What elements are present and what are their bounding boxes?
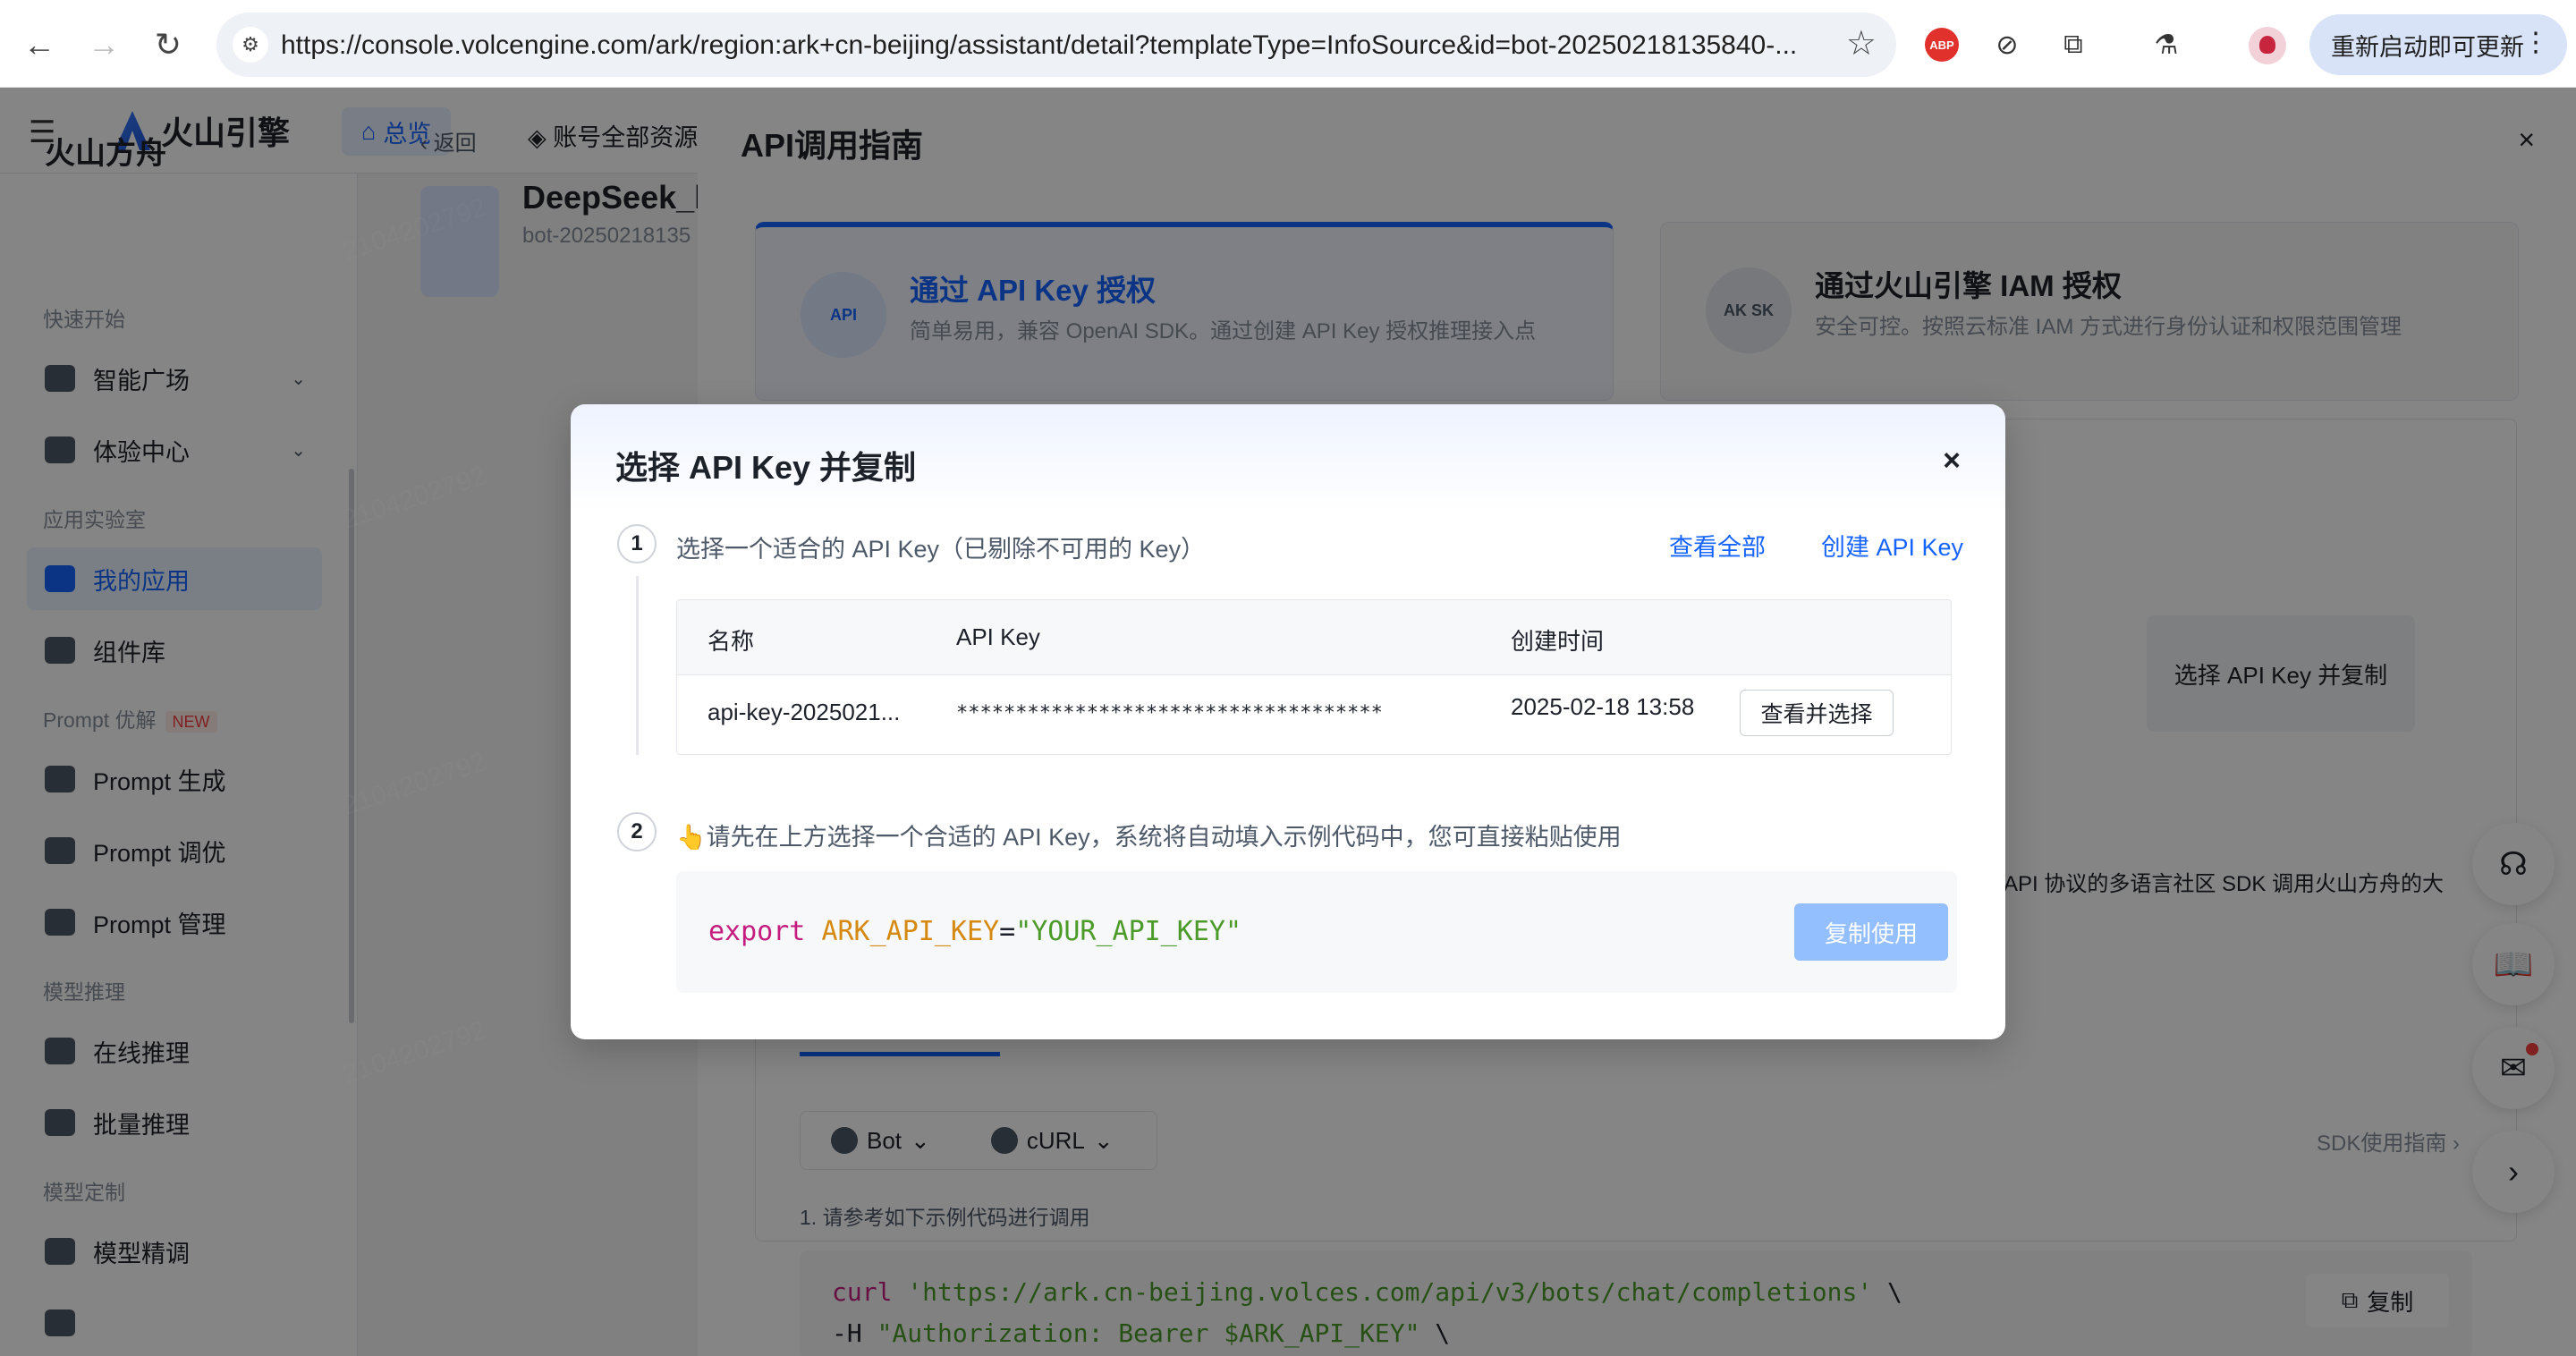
step-number: 2 [617, 812, 657, 852]
api-key-table: 名称 API Key 创建时间 api-key-2025021... *****… [676, 599, 1952, 755]
extensions-icon[interactable]: ⧉ [2054, 25, 2093, 64]
table-header: 名称 API Key 创建时间 [677, 600, 1951, 675]
code-value: "YOUR_API_KEY" [1015, 916, 1242, 947]
code-keyword: export [708, 916, 806, 947]
reload-icon[interactable]: ↻ [145, 21, 191, 68]
update-label: 重新启动即可更新 [2331, 33, 2524, 61]
profile-avatar[interactable] [2249, 27, 2286, 64]
create-api-key-link[interactable]: 创建 API Key [1821, 528, 1963, 563]
export-code-block: export ARK_API_KEY="YOUR_API_KEY" 复制使用 [676, 871, 1957, 993]
bookmark-star-icon[interactable]: ☆ [1846, 23, 1877, 64]
api-key-name: api-key-2025021... [708, 699, 901, 725]
close-icon[interactable]: × [1943, 444, 1961, 479]
labs-flask-icon[interactable]: ⚗ [2147, 25, 2186, 64]
more-menu-icon[interactable]: ⋮ [2522, 27, 2549, 58]
api-key-masked: ************************************ [956, 702, 1383, 725]
update-button[interactable]: 重新启动即可更新 ⋮ [2309, 14, 2567, 75]
view-all-link[interactable]: 查看全部 [1669, 528, 1766, 563]
select-api-key-modal: 选择 API Key 并复制 × 1 选择一个适合的 API Key（已剔除不可… [571, 404, 2005, 1039]
view-and-select-button[interactable]: 查看并选择 [1740, 690, 1894, 736]
copy-use-button[interactable]: 复制使用 [1794, 903, 1948, 961]
site-settings-icon[interactable]: ⚙ [233, 27, 268, 63]
step-connector [636, 576, 639, 755]
step2-text: 👆请先在上方选择一个合适的 API Key，系统将自动填入示例代码中，您可直接粘… [676, 824, 1622, 851]
address-bar[interactable]: ⚙ https://console.volcengine.com/ark/reg… [216, 13, 1896, 77]
block-icon[interactable]: ⊘ [1987, 25, 2027, 64]
browser-toolbar: ← → ↻ ⚙ https://console.volcengine.com/a… [0, 0, 2576, 88]
step1-text: 选择一个适合的 API Key（已剔除不可用的 Key） [676, 536, 1206, 563]
modal-title: 选择 API Key 并复制 [615, 449, 917, 486]
code-variable: ARK_API_KEY [821, 916, 1000, 947]
column-header: API Key [956, 623, 1040, 650]
step-number: 1 [617, 524, 657, 564]
export-code-line: export ARK_API_KEY="YOUR_API_KEY" [708, 916, 1241, 947]
code-equals: = [999, 916, 1016, 947]
column-header: 名称 [708, 628, 755, 655]
api-key-created-time: 2025-02-18 13:58 [1511, 693, 1695, 720]
adblock-icon[interactable]: ABP [1925, 28, 1959, 62]
column-header: 创建时间 [1511, 628, 1605, 655]
back-arrow-icon[interactable]: ← [16, 21, 63, 68]
forward-arrow-icon[interactable]: → [80, 21, 127, 68]
url-text[interactable]: https://console.volcengine.com/ark/regio… [281, 30, 1797, 61]
